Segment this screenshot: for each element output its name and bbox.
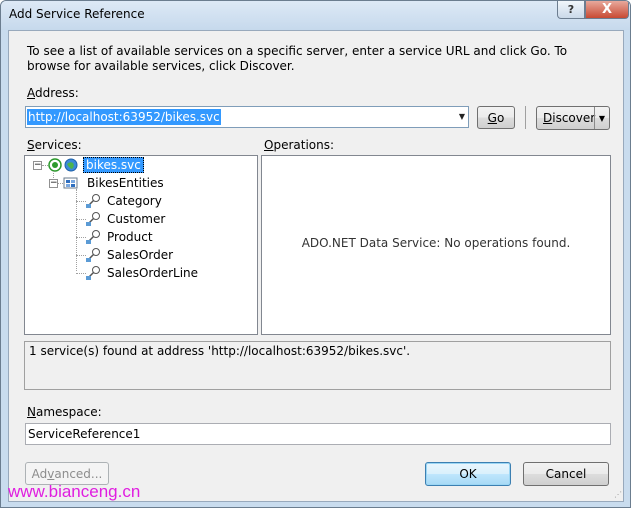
tree-item-service[interactable]: bikes.svc: [83, 156, 144, 174]
entity-set-icon: [86, 266, 100, 280]
add-service-reference-dialog: Add Service Reference ? X To see a list …: [0, 0, 631, 508]
resize-grip-icon[interactable]: ⋰: [614, 490, 622, 499]
address-combobox[interactable]: http://localhost:63952/bikes.svc ▼: [25, 106, 469, 128]
operations-label: Operations:: [264, 138, 335, 152]
help-button[interactable]: ?: [557, 1, 585, 19]
status-text: 1 service(s) found at address 'http://lo…: [29, 344, 411, 358]
address-label: Address:: [27, 86, 79, 100]
namespace-label: Namespace:: [27, 405, 102, 419]
tree-item-entity[interactable]: Customer: [107, 210, 165, 228]
tree-item-entity[interactable]: SalesOrder: [107, 246, 173, 264]
title-bar[interactable]: Add Service Reference ? X: [1, 1, 630, 30]
close-button[interactable]: X: [585, 1, 629, 19]
services-tree[interactable]: − bikes.svc − BikesEntities Category Cus…: [24, 155, 258, 335]
entity-container-icon: [63, 177, 78, 189]
discover-dropdown-icon[interactable]: ▼: [594, 107, 609, 129]
entity-set-icon: [86, 212, 100, 226]
collapse-icon[interactable]: −: [49, 179, 58, 188]
entity-set-icon: [86, 194, 100, 208]
status-box: 1 service(s) found at address 'http://lo…: [24, 341, 611, 390]
intro-text: To see a list of available services on a…: [27, 44, 568, 73]
go-button[interactable]: Go: [477, 106, 515, 129]
tree-item-entity[interactable]: SalesOrderLine: [107, 264, 198, 282]
tree-item-container[interactable]: BikesEntities: [87, 174, 164, 192]
cancel-button[interactable]: Cancel: [523, 462, 609, 486]
dialog-body: To see a list of available services on a…: [8, 30, 624, 502]
collapse-icon[interactable]: −: [33, 161, 42, 170]
operations-message: ADO.NET Data Service: No operations foun…: [301, 236, 571, 250]
close-icon: X: [601, 2, 613, 17]
service-status-icon: [48, 158, 62, 172]
watermark: www.bianceng.cn: [8, 482, 141, 501]
address-input[interactable]: http://localhost:63952/bikes.svc: [27, 109, 221, 125]
entity-set-icon: [86, 230, 100, 244]
globe-icon: [64, 158, 78, 172]
namespace-input[interactable]: ServiceReference1: [25, 423, 611, 445]
entity-set-icon: [86, 248, 100, 262]
services-label: Services:: [27, 138, 82, 152]
tree-item-entity[interactable]: Product: [107, 228, 153, 246]
operations-list[interactable]: ADO.NET Data Service: No operations foun…: [261, 155, 611, 335]
tree-item-entity[interactable]: Category: [107, 192, 162, 210]
chevron-down-icon[interactable]: ▼: [459, 107, 465, 127]
help-icon: ?: [567, 3, 575, 16]
toolbar-separator: [525, 106, 526, 129]
window-title: Add Service Reference: [9, 7, 145, 21]
discover-button[interactable]: Discover ▼: [536, 106, 610, 130]
ok-button[interactable]: OK: [425, 462, 511, 486]
